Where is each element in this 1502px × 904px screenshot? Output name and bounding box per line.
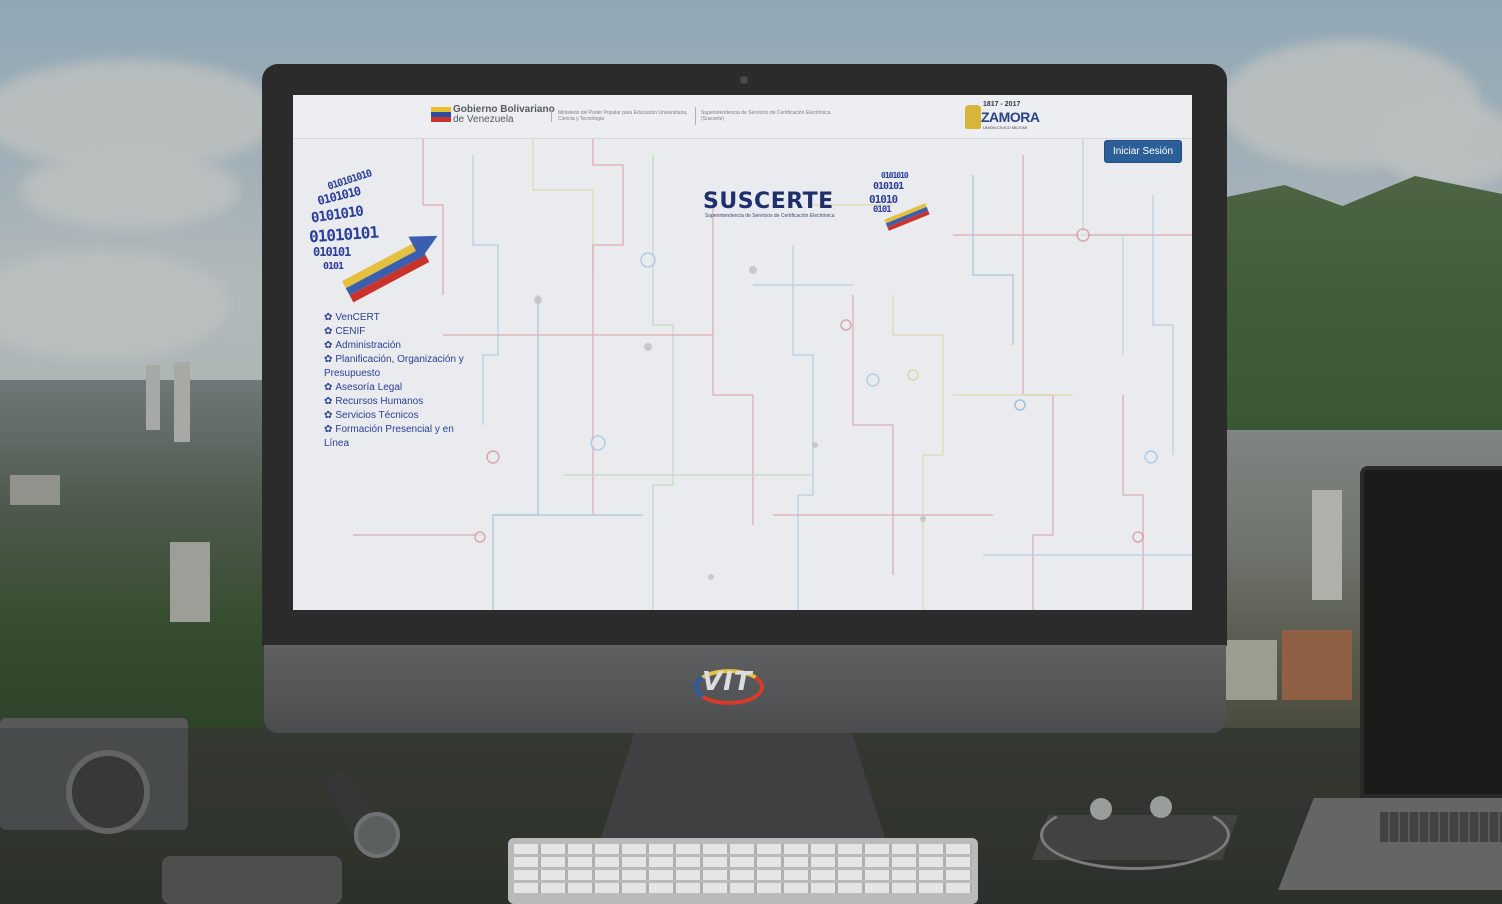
nav-item-label: Servicios Técnicos bbox=[335, 410, 419, 421]
nav-item-label: Planificación, Organización y Presupuest… bbox=[324, 354, 464, 379]
nav-item-label: CENIF bbox=[335, 326, 366, 337]
nav-item-servicios-tecnicos[interactable]: ✿ Servicios Técnicos bbox=[324, 409, 464, 423]
gear-icon: ✿ bbox=[324, 410, 333, 421]
nav-item-label: Recursos Humanos bbox=[335, 396, 424, 407]
nav-item-recursos-humanos[interactable]: ✿ Recursos Humanos bbox=[324, 395, 464, 409]
monitor-chin: VIT bbox=[264, 645, 1226, 733]
zamora-years: 1817 - 2017 bbox=[983, 101, 1021, 108]
keyboard bbox=[508, 838, 978, 904]
nav-item-label: Formación Presencial y en Línea bbox=[324, 424, 454, 449]
site-header: Gobierno Bolivariano de Venezuela Minist… bbox=[293, 95, 1192, 139]
gear-icon: ✿ bbox=[324, 382, 333, 393]
sidebar-nav: ✿ VenCERT ✿ CENIF ✿ Administración ✿ Planifi… bbox=[324, 311, 464, 451]
suscerte-emblem-logo: 010101010 0101010 0101010 01010101 01010… bbox=[308, 167, 444, 303]
ministry-text: Ministerio del Poder Popular para Educac… bbox=[551, 110, 691, 122]
gov-name: Gobierno Bolivariano de Venezuela bbox=[453, 105, 555, 125]
venezuela-flag-icon bbox=[431, 107, 451, 123]
nav-item-administracion[interactable]: ✿ Administración bbox=[324, 339, 464, 353]
nav-item-asesoria-legal[interactable]: ✿ Asesoría Legal bbox=[324, 381, 464, 395]
gov-name-rest: de Venezuela bbox=[453, 114, 514, 125]
suscerte-brand-logo: SUSCERTE Superintendencia de Servicios d… bbox=[703, 167, 943, 237]
gear-icon: ✿ bbox=[324, 354, 333, 365]
login-button[interactable]: Iniciar Sesión bbox=[1104, 140, 1182, 163]
brand-name: SUSCERTE bbox=[703, 189, 834, 214]
vit-logo-text: VIT bbox=[702, 667, 753, 697]
gear-icon: ✿ bbox=[324, 340, 333, 351]
superintendencia-text: Superintendencia de Servicios de Certifi… bbox=[701, 110, 831, 122]
brand-emblem: 0101010 010101 01010 0101 bbox=[867, 167, 937, 231]
nav-item-label: Administración bbox=[335, 340, 401, 351]
nav-item-cenif[interactable]: ✿ CENIF bbox=[324, 325, 464, 339]
zamora-name: ZAMORA bbox=[981, 109, 1040, 125]
nav-item-label: Asesoría Legal bbox=[335, 382, 403, 393]
website-screen: Gobierno Bolivariano de Venezuela Minist… bbox=[293, 95, 1192, 610]
vit-logo: VIT bbox=[694, 659, 766, 707]
nav-item-formacion[interactable]: ✿ Formación Presencial y en Línea bbox=[324, 423, 464, 451]
zamora-hat-icon bbox=[965, 105, 981, 129]
monitor-stand bbox=[600, 733, 886, 841]
header-divider bbox=[695, 107, 696, 125]
gear-icon: ✿ bbox=[324, 326, 333, 337]
nav-item-vencert[interactable]: ✿ VenCERT bbox=[324, 311, 464, 325]
webcam-dot bbox=[740, 76, 748, 84]
zamora-logo: 1817 - 2017 ZAMORA UNIÓN CÍVICO MILITAR bbox=[963, 101, 1045, 133]
gear-icon: ✿ bbox=[324, 312, 333, 323]
nav-item-planificacion[interactable]: ✿ Planificación, Organización y Presupues… bbox=[324, 353, 464, 381]
gear-icon: ✿ bbox=[324, 424, 333, 435]
zamora-subtitle: UNIÓN CÍVICO MILITAR bbox=[983, 125, 1028, 130]
gear-icon: ✿ bbox=[324, 396, 333, 407]
nav-item-label: VenCERT bbox=[335, 312, 380, 323]
brand-tagline: Superintendencia de Servicios de Certifi… bbox=[705, 213, 835, 219]
